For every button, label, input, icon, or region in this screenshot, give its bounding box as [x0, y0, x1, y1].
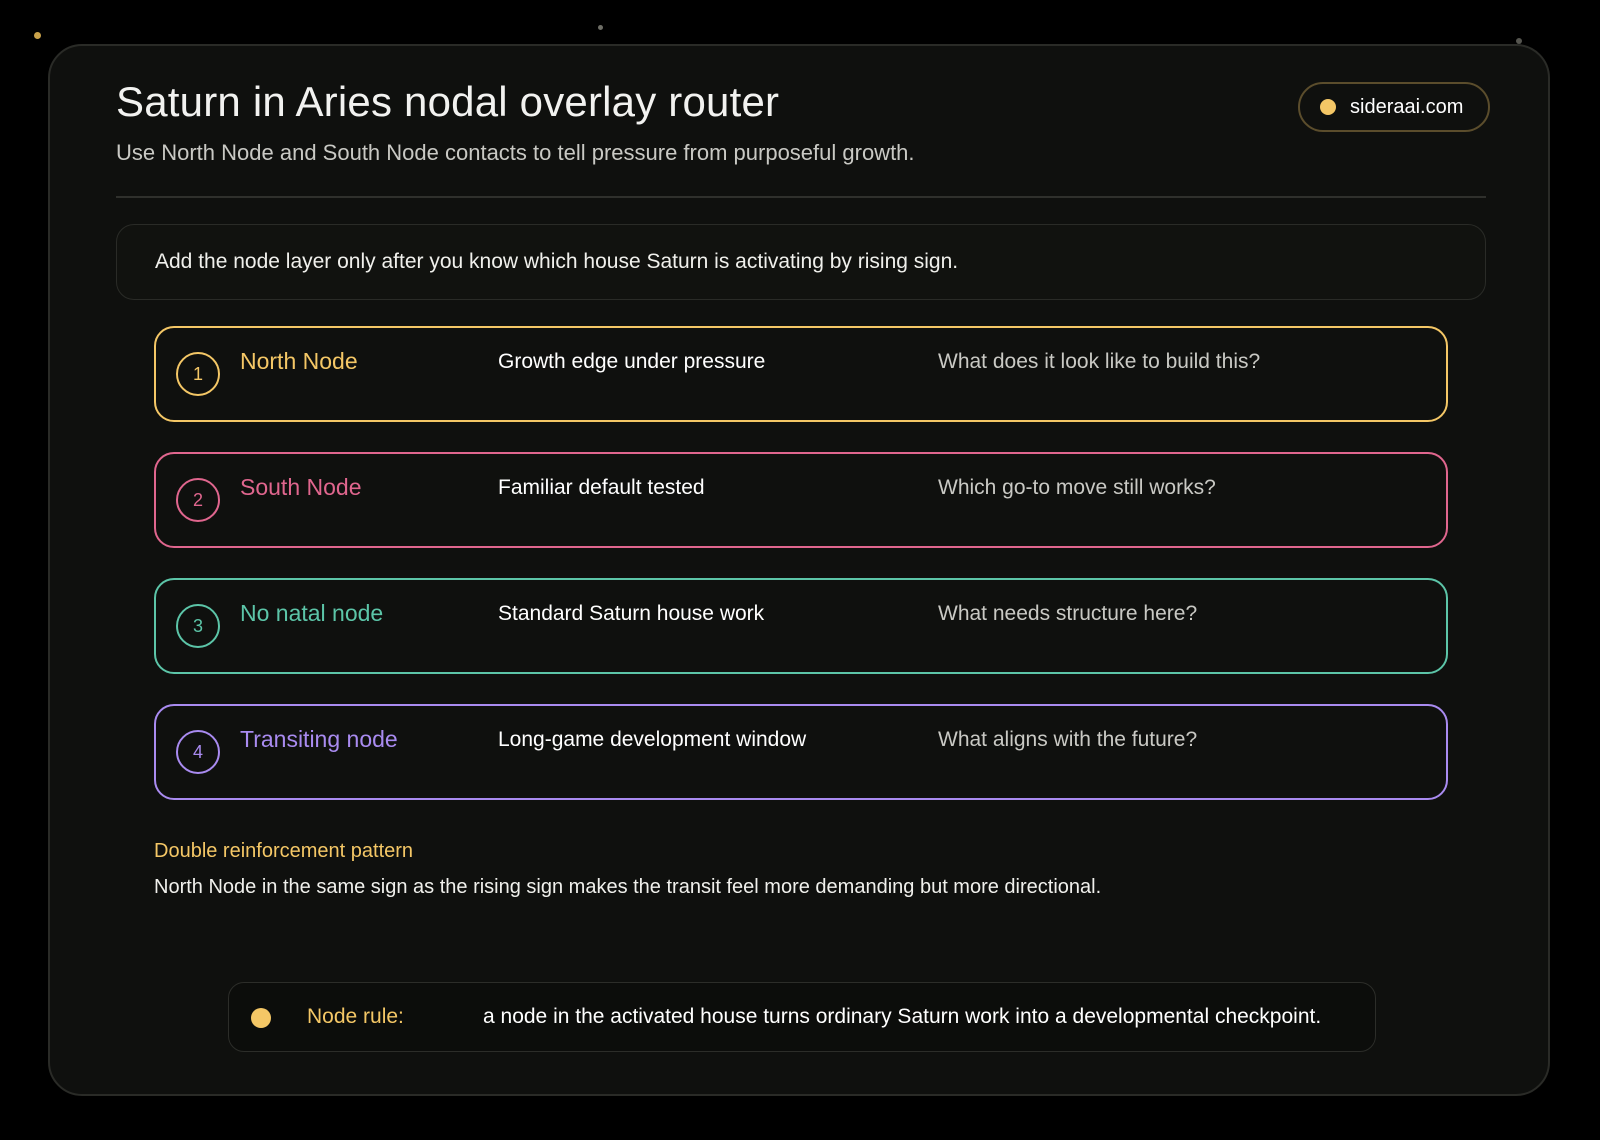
rule-label: Node rule: — [307, 1005, 404, 1028]
step-number-badge: 3 — [176, 604, 220, 648]
site-label: sideraai.com — [1350, 95, 1464, 118]
node-name: Transiting node — [240, 726, 398, 752]
page-title: Saturn in Aries nodal overlay router — [116, 78, 780, 125]
node-name: South Node — [240, 474, 362, 500]
decorative-star — [34, 32, 41, 39]
node-question: What does it look like to build this? — [938, 350, 1261, 373]
node-effect: Growth edge under pressure — [498, 350, 766, 373]
node-row-transiting-node[interactable]: 4 Transiting node Long-game development … — [154, 704, 1448, 800]
router-card: Saturn in Aries nodal overlay router Use… — [48, 44, 1550, 1096]
rule-text: a node in the activated house turns ordi… — [483, 1005, 1322, 1028]
node-question: What needs structure here? — [938, 602, 1198, 625]
step-number-badge: 4 — [176, 730, 220, 774]
node-question: What aligns with the future? — [938, 728, 1198, 751]
node-rule-callout: Node rule: a node in the activated house… — [228, 982, 1376, 1052]
site-badge[interactable]: sideraai.com — [1298, 82, 1490, 132]
pattern-text: North Node in the same sign as the risin… — [154, 876, 1102, 898]
node-row-no-natal-node[interactable]: 3 No natal node Standard Saturn house wo… — [154, 578, 1448, 674]
instruction-text: Add the node layer only after you know w… — [155, 250, 959, 273]
node-row-south-node[interactable]: 2 South Node Familiar default tested Whi… — [154, 452, 1448, 548]
step-number-badge: 2 — [176, 478, 220, 522]
node-name: North Node — [240, 348, 358, 374]
page-subtitle: Use North Node and South Node contacts t… — [116, 140, 915, 165]
step-number-badge: 1 — [176, 352, 220, 396]
node-effect: Familiar default tested — [498, 476, 705, 499]
node-effect: Long-game development window — [498, 728, 807, 751]
node-question: Which go-to move still works? — [938, 476, 1216, 499]
dot-icon — [251, 1008, 271, 1028]
node-name: No natal node — [240, 600, 384, 626]
pattern-title: Double reinforcement pattern — [154, 840, 414, 862]
node-effect: Standard Saturn house work — [498, 602, 765, 625]
node-row-north-node[interactable]: 1 North Node Growth edge under pressure … — [154, 326, 1448, 422]
decorative-star — [598, 25, 603, 30]
instruction-note: Add the node layer only after you know w… — [116, 224, 1486, 300]
header-divider — [116, 196, 1486, 198]
dot-icon — [1320, 99, 1336, 115]
